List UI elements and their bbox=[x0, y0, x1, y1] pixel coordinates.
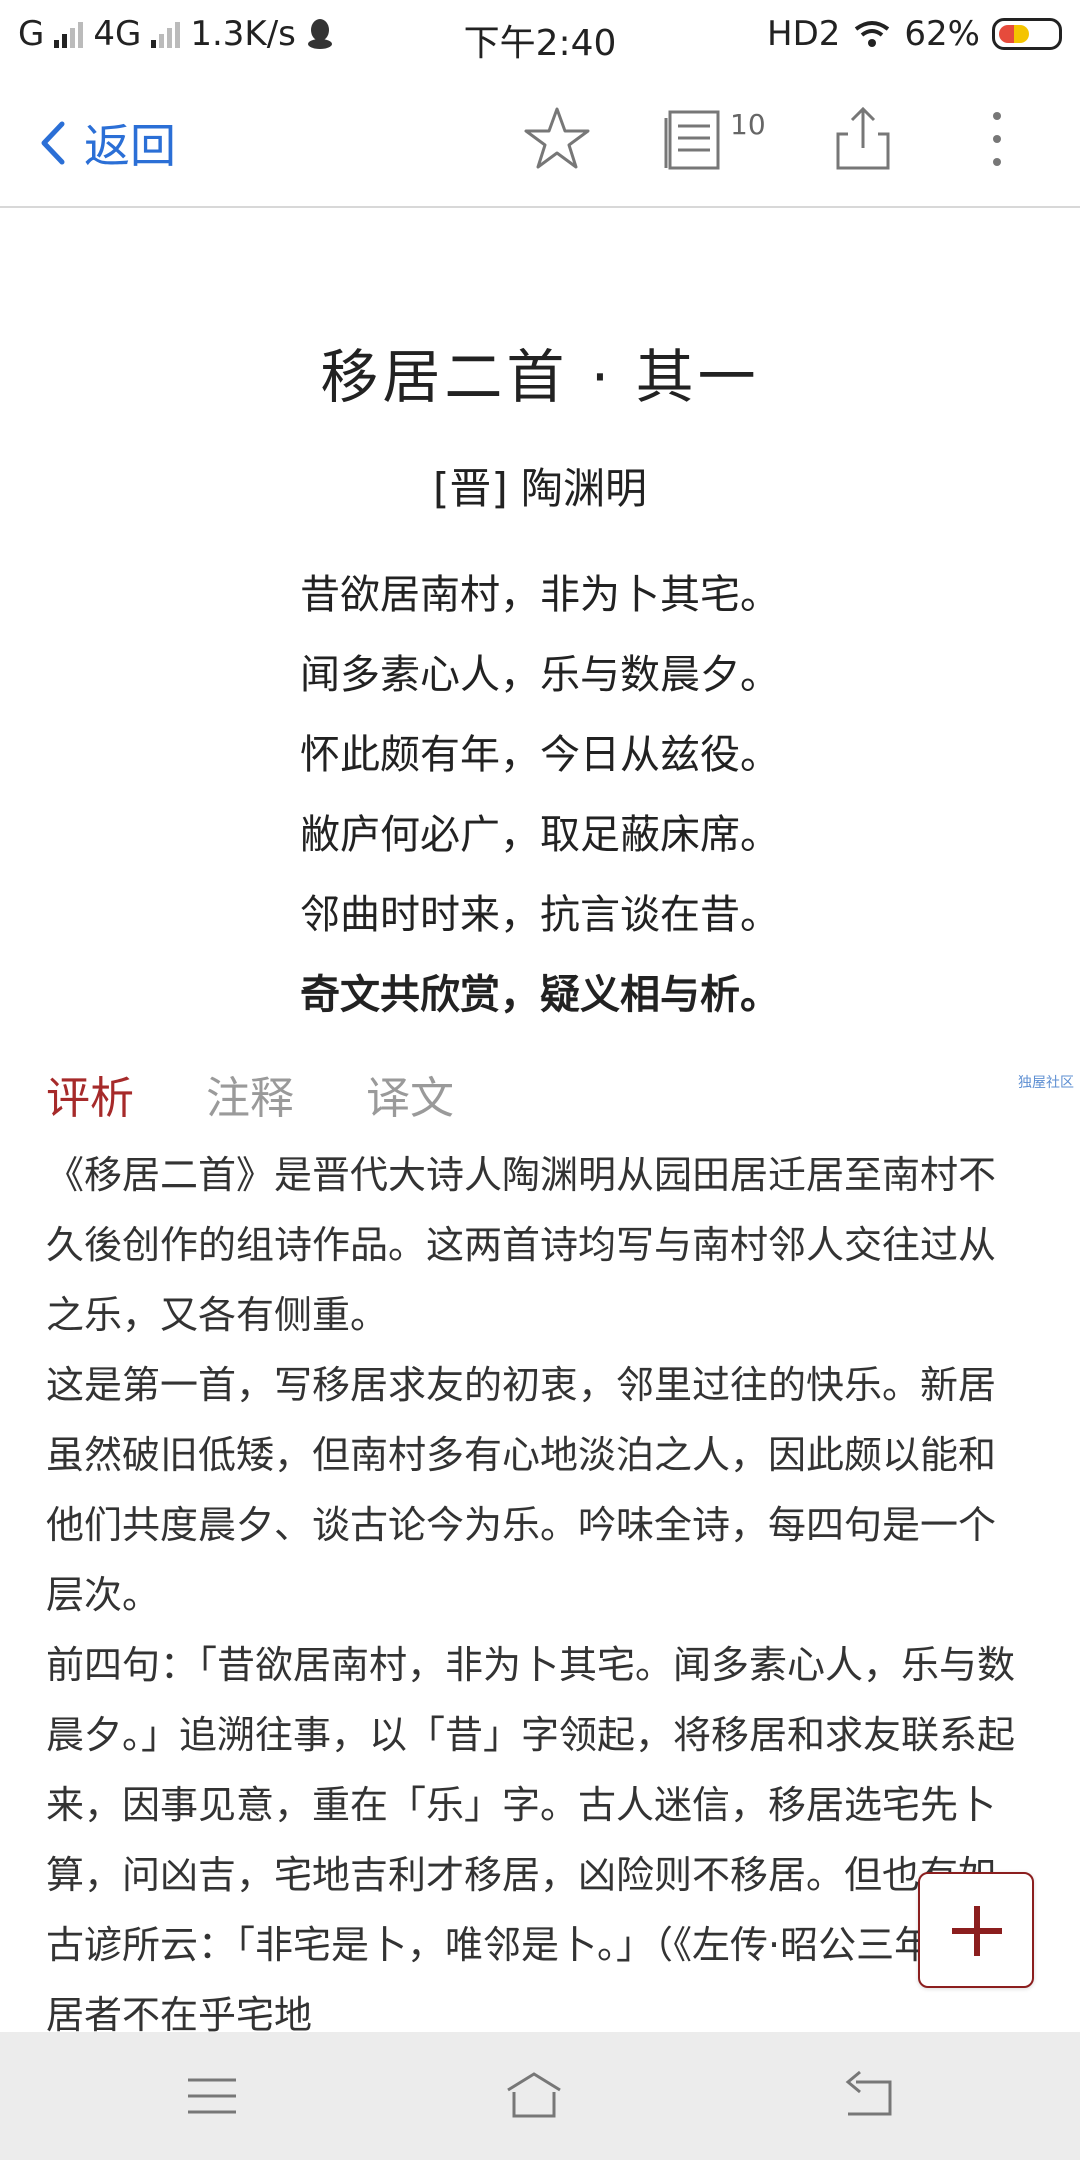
tab-analysis[interactable]: 评析 bbox=[46, 1062, 134, 1126]
analysis-text: 《移居二首》是晋代大诗人陶渊明从园田居迁居至南村不久後创作的组诗作品。这两首诗均… bbox=[46, 1140, 1032, 2050]
menu-icon[interactable] bbox=[184, 2068, 240, 2124]
poem-line: 怀此颇有年，今日从兹役。 bbox=[300, 732, 780, 778]
chevron-left-icon bbox=[41, 121, 65, 165]
plus-icon bbox=[952, 1906, 1002, 1956]
status-bar: G 4G 1.3K/s 下午2:40 HD2 62% bbox=[0, 0, 1080, 74]
back-button[interactable]: 返回 bbox=[40, 110, 176, 176]
reading-count-badge: 10 bbox=[730, 108, 766, 141]
analysis-paragraph: 《移居二首》是晋代大诗人陶渊明从园田居迁居至南村不久後创作的组诗作品。这两首诗均… bbox=[46, 1153, 997, 1337]
analysis-paragraph: 这是第一首，写移居求友的初衷，邻里过往的快乐。新居虽然破旧低矮，但南村多有心地淡… bbox=[46, 1363, 997, 1617]
battery-icon bbox=[992, 18, 1062, 50]
home-icon[interactable] bbox=[506, 2068, 562, 2124]
poem-line: 敝庐何必广，取足蔽床席。 bbox=[300, 812, 780, 858]
poem-line: 昔欲居南村，非为卜其宅。 bbox=[300, 572, 780, 618]
poem-line: 奇文共欣赏，疑义相与析。 bbox=[300, 972, 780, 1018]
add-button[interactable] bbox=[918, 1872, 1034, 1988]
watermark: 独屋社区 bbox=[1018, 1075, 1074, 1091]
share-icon[interactable] bbox=[828, 104, 898, 174]
hd-label: HD2 bbox=[767, 14, 841, 54]
tab-translation[interactable]: 译文 bbox=[366, 1062, 454, 1126]
notes-icon[interactable] bbox=[662, 104, 732, 174]
back-nav-icon[interactable] bbox=[840, 2068, 896, 2124]
poem-author: [晋] 陶渊明 bbox=[432, 464, 648, 513]
poem-body: 昔欲居南村，非为卜其宅。 闻多素心人，乐与数晨夕。 怀此颇有年，今日从兹役。 敝… bbox=[0, 555, 1080, 1035]
analysis-paragraph: 前四句：「昔欲居南村，非为卜其宅。闻多素心人，乐与数晨夕。」追溯往事，以「昔」字… bbox=[46, 1643, 1028, 2037]
tab-notes[interactable]: 注释 bbox=[206, 1062, 294, 1126]
battery-percent: 62% bbox=[904, 14, 980, 54]
more-icon[interactable] bbox=[962, 104, 1032, 174]
wifi-icon bbox=[855, 21, 890, 47]
poem-title: 移居二首 · 其一 bbox=[320, 343, 760, 411]
poem-line: 闻多素心人，乐与数晨夕。 bbox=[300, 652, 780, 698]
toolbar: 返回 10 bbox=[0, 74, 1080, 208]
poem-line: 邻曲时时来，抗言谈在昔。 bbox=[300, 892, 780, 938]
star-icon[interactable] bbox=[522, 104, 592, 174]
system-nav-bar bbox=[0, 2032, 1080, 2160]
content-tabs: 评析 注释 译文 bbox=[46, 1062, 454, 1126]
back-label: 返回 bbox=[84, 119, 176, 173]
